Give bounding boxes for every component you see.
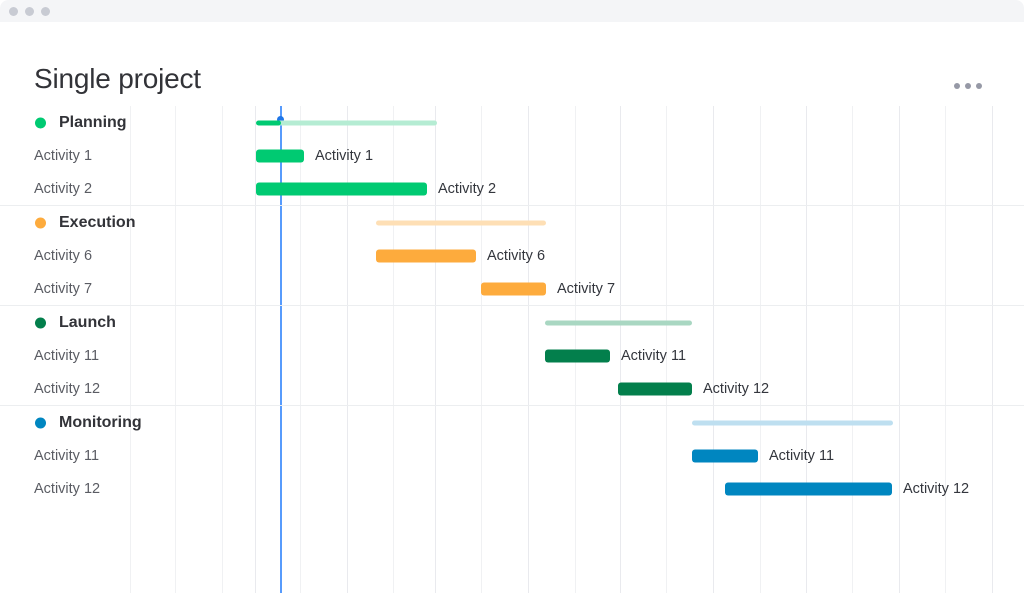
group-color-dot-icon <box>35 117 46 128</box>
gantt-groups: PlanningActivity 1Activity 1Activity 2Ac… <box>0 106 1024 505</box>
more-dot-icon <box>954 83 960 89</box>
task-row[interactable]: Activity 6 Activity 6 <box>0 239 1024 272</box>
group-color-dot-icon <box>35 317 46 328</box>
gantt-app-window: Single project PlanningActivity 1Activit… <box>0 0 1024 593</box>
task-row[interactable]: Activity 11 Activity 11 <box>0 339 1024 372</box>
task-bar-caption: Activity 6 <box>487 248 545 264</box>
gantt-group: MonitoringActivity 11Activity 11Activity… <box>0 405 1024 505</box>
task-bar[interactable] <box>481 282 546 295</box>
window-controls[interactable] <box>9 7 50 16</box>
task-label: Activity 1 <box>34 148 92 164</box>
task-row[interactable]: Activity 11 Activity 11 <box>0 439 1024 472</box>
gantt-chart: Single project PlanningActivity 1Activit… <box>0 22 1024 593</box>
window-titlebar <box>0 0 1024 22</box>
task-bar-caption: Activity 12 <box>703 381 769 397</box>
group-summary-bar[interactable] <box>545 320 692 325</box>
group-summary-bar[interactable] <box>256 120 437 125</box>
task-bar-caption: Activity 12 <box>903 481 969 497</box>
task-label: Activity 6 <box>34 248 92 264</box>
task-bar[interactable] <box>692 449 758 462</box>
task-label: Activity 11 <box>34 348 99 364</box>
task-bar-caption: Activity 11 <box>621 348 686 364</box>
group-summary-bar[interactable] <box>376 220 546 225</box>
task-bar[interactable] <box>256 182 427 195</box>
task-label: Activity 7 <box>34 281 92 297</box>
more-dot-icon <box>965 83 971 89</box>
task-label: Activity 11 <box>34 448 99 464</box>
task-bar[interactable] <box>256 149 304 162</box>
task-label: Activity 2 <box>34 181 92 197</box>
task-bar-caption: Activity 11 <box>769 448 834 464</box>
group-summary-progress <box>256 120 281 125</box>
task-bar-caption: Activity 1 <box>315 148 373 164</box>
group-label: Monitoring <box>59 414 142 432</box>
task-label: Activity 12 <box>34 481 100 497</box>
gantt-group: LaunchActivity 11Activity 11Activity 12A… <box>0 305 1024 405</box>
group-header-row[interactable]: Monitoring <box>0 406 1024 439</box>
page-title: Single project <box>34 63 201 95</box>
group-header-row[interactable]: Planning <box>0 106 1024 139</box>
task-bar-caption: Activity 2 <box>438 181 496 197</box>
task-label: Activity 12 <box>34 381 100 397</box>
group-label: Planning <box>59 114 127 132</box>
group-header-row[interactable]: Launch <box>0 306 1024 339</box>
group-label: Launch <box>59 314 116 332</box>
task-bar-caption: Activity 7 <box>557 281 615 297</box>
task-bar[interactable] <box>376 249 476 262</box>
task-row[interactable]: Activity 12 Activity 12 <box>0 472 1024 505</box>
group-header-row[interactable]: Execution <box>0 206 1024 239</box>
group-label: Execution <box>59 214 135 232</box>
task-row[interactable]: Activity 7 Activity 7 <box>0 272 1024 305</box>
gantt-group: PlanningActivity 1Activity 1Activity 2Ac… <box>0 106 1024 205</box>
group-color-dot-icon <box>35 217 46 228</box>
close-dot-icon[interactable] <box>9 7 18 16</box>
maximize-dot-icon[interactable] <box>41 7 50 16</box>
group-color-dot-icon <box>35 417 46 428</box>
more-dot-icon <box>976 83 982 89</box>
gantt-group: ExecutionActivity 6Activity 6Activity 7A… <box>0 205 1024 305</box>
task-bar[interactable] <box>545 349 610 362</box>
minimize-dot-icon[interactable] <box>25 7 34 16</box>
task-row[interactable]: Activity 1 Activity 1 <box>0 139 1024 172</box>
group-summary-bar[interactable] <box>692 420 893 425</box>
task-bar[interactable] <box>618 382 692 395</box>
task-row[interactable]: Activity 2 Activity 2 <box>0 172 1024 205</box>
more-options-button[interactable] <box>950 79 986 93</box>
task-row[interactable]: Activity 12 Activity 12 <box>0 372 1024 405</box>
task-bar[interactable] <box>725 482 892 495</box>
